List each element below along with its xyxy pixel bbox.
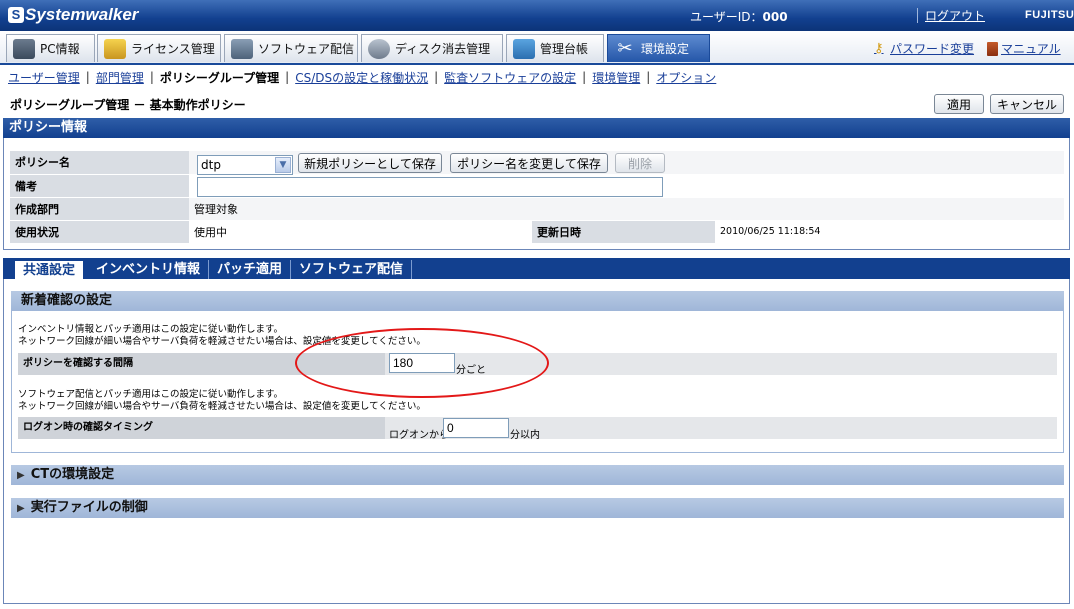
ct-environment-settings-header[interactable]: ▶ CTの環境設定 [11,465,1064,485]
policy-name-select[interactable]: dtp ▼ [197,155,293,175]
subnav-audit-software[interactable]: 監査ソフトウェアの設定 [444,69,576,86]
logon-note-line2: ネットワーク回線が細い場合やサーバ負荷を軽減させたい場合は、設定値を変更してくだ… [18,401,426,412]
remarks-input[interactable] [197,177,663,197]
logon-timing-input[interactable] [443,418,509,438]
manual-book-icon [987,41,998,56]
new-arrival-settings-header: 新着確認の設定 [11,291,1064,311]
updated-label: 更新日時 [532,220,715,244]
apply-button[interactable]: 適用 [934,94,984,114]
logon-timing-label: ログオン時の確認タイミング [18,417,385,439]
ct-environment-settings-label: CTの環境設定 [30,467,115,482]
tab-inventory-info[interactable]: インベントリ情報 [88,260,210,279]
sub-navigation: ユーザー管理 | 部門管理 | ポリシーグループ管理 | CS/DSの設定と稼働状況 |… [8,69,717,86]
updated-value: 2010/06/25 11:18:54 [715,220,1064,244]
usage-status-label: 使用状況 [10,220,189,244]
executable-control-label: 実行ファイルの制御 [30,500,148,515]
tab-software-delivery-settings[interactable]: ソフトウェア配信 [291,260,413,279]
top-header: S Systemwalker ユーザーID：000 ログアウト FUJITSU [0,0,1074,31]
save-as-new-policy-button[interactable]: 新規ポリシーとして保存 [298,153,442,173]
tab-pc-info[interactable]: PC情報 [6,34,95,62]
systemwalker-logo: S Systemwalker [8,5,138,25]
tab-common-settings[interactable]: 共通設定 [14,260,85,279]
disk-icon [368,38,390,59]
header-divider [917,8,918,23]
license-icon [104,38,126,59]
tab-label: 管理台帳 [540,42,589,56]
subnav-user-management[interactable]: ユーザー管理 [8,69,80,86]
subnav-department-management[interactable]: 部門管理 [96,69,144,86]
user-id-value: 000 [762,10,788,24]
tab-label: ソフトウェア配信 [258,42,355,56]
department-label: 作成部門 [10,197,189,221]
tab-asset-ledger[interactable]: 管理台帳 [506,34,604,62]
highlight-ellipse [295,328,549,398]
policy-name-label: ポリシー名 [10,151,189,175]
rename-and-save-button[interactable]: ポリシー名を変更して保存 [450,153,608,173]
user-id: ユーザーID：000 [690,8,788,25]
tab-label: 環境設定 [641,42,690,56]
logout-link[interactable]: ログアウト [925,7,985,24]
fujitsu-logo: FUJITSU [1025,9,1074,21]
tab-environment-settings[interactable]: ✂ 環境設定 [607,34,710,62]
logo-mark-icon: S [8,7,24,23]
delete-button[interactable]: 削除 [615,153,665,173]
executable-control-header[interactable]: ▶ 実行ファイルの制御 [11,498,1064,518]
software-icon [231,38,253,59]
subnav-cs-ds-settings[interactable]: CS/DSの設定と稼働状況 [295,69,428,86]
subnav-options[interactable]: オプション [656,69,716,86]
cancel-button[interactable]: キャンセル [990,94,1064,114]
tab-label: ライセンス管理 [131,42,215,56]
manual-label: マニュアル [1001,42,1061,56]
user-id-label: ユーザーID： [690,10,763,24]
tools-icon: ✂ [617,37,633,59]
policy-name-selected: dtp [201,158,221,172]
settings-tab-bar: 共通設定 インベントリ情報 パッチ適用 ソフトウェア配信 [3,258,1070,279]
subnav-environment-management[interactable]: 環境管理 [592,69,640,86]
remarks-label: 備考 [10,174,189,198]
tab-patch-apply[interactable]: パッチ適用 [209,260,292,279]
tab-software-delivery[interactable]: ソフトウェア配信 [224,34,358,62]
key-icon: ⚷ [874,40,884,56]
policy-info-header: ポリシー情報 [3,118,1070,138]
expand-triangle-icon: ▶ [17,503,25,514]
tab-label: PC情報 [40,42,80,56]
password-change-link[interactable]: ⚷ パスワード変更 [874,40,974,57]
department-value: 管理対象 [189,197,1064,221]
ledger-icon [513,38,535,59]
password-change-label: パスワード変更 [890,42,975,56]
manual-link[interactable]: マニュアル [987,40,1061,57]
logon-prefix: ログオンから [389,430,449,441]
chevron-down-icon[interactable]: ▼ [275,157,291,173]
subnav-policy-group-management: ポリシーグループ管理 [159,70,280,85]
logo-text: Systemwalker [25,5,139,24]
tab-label: ディスク消去管理 [395,42,491,56]
page-title: ポリシーグループ管理 － 基本動作ポリシー [10,98,246,112]
pc-icon [13,38,35,59]
expand-triangle-icon: ▶ [17,470,25,481]
tab-license[interactable]: ライセンス管理 [97,34,221,62]
tab-disk-erase[interactable]: ディスク消去管理 [361,34,503,62]
logon-unit: 分以内 [510,430,540,441]
usage-status-value: 使用中 [189,220,532,244]
